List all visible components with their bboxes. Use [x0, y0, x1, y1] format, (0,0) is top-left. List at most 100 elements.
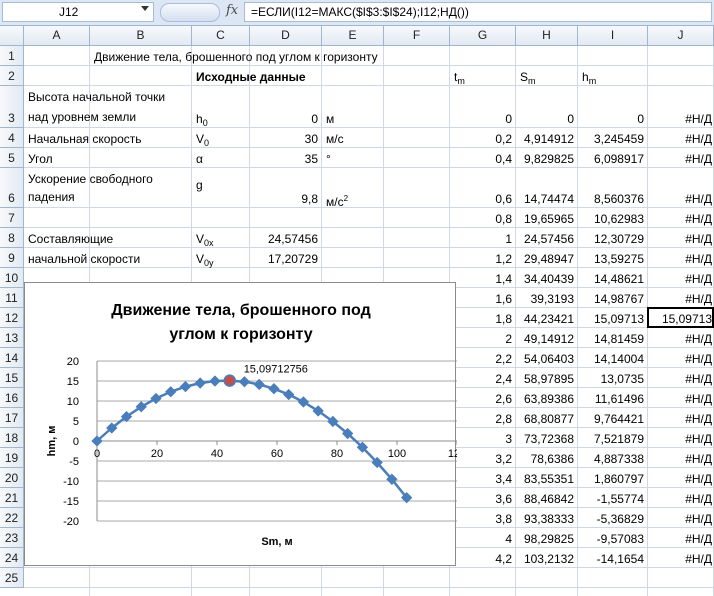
cell-sm: 93,38333	[520, 512, 574, 526]
cell-hm-text: 1,860797	[593, 472, 644, 486]
cell-tm: 4	[454, 532, 512, 546]
cell-tm: 4,2	[454, 552, 512, 566]
name-box-dropdown-icon[interactable]	[141, 6, 149, 11]
cell-max-text: #Н/Д	[685, 252, 712, 266]
unit-v0: м/с	[326, 132, 344, 146]
cell-sm: 0	[520, 112, 574, 126]
row-header-2[interactable]: 2	[0, 66, 24, 86]
cell-hm: 0	[582, 112, 644, 126]
row-header-23[interactable]: 23	[0, 528, 24, 548]
row-header-7[interactable]: 7	[0, 208, 24, 228]
cell-sm: 44,23421	[520, 312, 574, 326]
column-header-i[interactable]: I	[578, 26, 648, 46]
column-header-f[interactable]: F	[384, 26, 450, 46]
cell-max: #Н/Д	[649, 272, 712, 286]
cell-max: #Н/Д	[649, 432, 712, 446]
column-header-e[interactable]: E	[322, 26, 384, 46]
cell-sm-text: 39,3193	[530, 292, 574, 306]
cell-sm-text: 88,46842	[523, 492, 574, 506]
row-header-25[interactable]: 25	[0, 568, 24, 588]
cell-max-text: #Н/Д	[685, 232, 712, 246]
row-header-15[interactable]: 15	[0, 368, 24, 388]
row-header-1[interactable]: 1	[0, 46, 24, 66]
unit-g: м/с2	[326, 192, 348, 209]
row-header-12[interactable]: 12	[0, 308, 24, 328]
select-all-corner[interactable]	[0, 26, 24, 46]
row-header-11[interactable]: 11	[0, 288, 24, 308]
label-initial-velocity: начальной скорости	[28, 252, 140, 266]
row-gridline	[24, 167, 714, 168]
x-tick-label: 100	[388, 448, 406, 460]
row-header-18[interactable]: 18	[0, 428, 24, 448]
symbol-v0-text: V	[196, 132, 205, 146]
trajectory-point	[165, 386, 177, 398]
row-header-19[interactable]: 19	[0, 448, 24, 468]
cell-tm: 2	[454, 332, 512, 346]
value-v0-text: 30	[304, 132, 318, 146]
y-tick-label: -5	[69, 456, 79, 468]
cell-tm-text: 0,6	[495, 192, 512, 206]
cell-hm: 10,62983	[582, 212, 644, 226]
cell-max-text: #Н/Д	[685, 452, 712, 466]
cell-hm: 12,30729	[582, 232, 644, 246]
row-header-13[interactable]: 13	[0, 328, 24, 348]
cell-max-text: #Н/Д	[685, 392, 712, 406]
name-box[interactable]: J12	[2, 2, 154, 22]
x-tick-label: 40	[211, 448, 223, 460]
cell-hm: 11,61496	[582, 392, 644, 406]
cell-hm-text: -9,57083	[596, 532, 644, 546]
cell-tm: 2,6	[454, 392, 512, 406]
symbol-v0-subscript: 0	[204, 138, 210, 148]
row-header-3[interactable]: 3	[0, 86, 24, 128]
cell-max: #Н/Д	[649, 192, 712, 206]
column-header-h[interactable]: H	[516, 26, 578, 46]
column-header-c[interactable]: C	[192, 26, 250, 46]
symbol-alpha-text: α	[196, 152, 203, 166]
row-header-17[interactable]: 17	[0, 408, 24, 428]
formula-bar-splitter[interactable]	[160, 3, 220, 22]
cell-hm-text: 4,887338	[593, 452, 644, 466]
column-header-g[interactable]: G	[450, 26, 516, 46]
header-hm: hm	[582, 70, 596, 88]
value-alpha: 35	[254, 152, 318, 166]
value-g-text: 9,8	[301, 192, 318, 206]
row-header-22[interactable]: 22	[0, 508, 24, 528]
cell-max-text: #Н/Д	[685, 532, 712, 546]
column-header-j[interactable]: J	[648, 26, 714, 46]
cell-sm: 58,97895	[520, 372, 574, 386]
row-header-24[interactable]: 24	[0, 548, 24, 568]
column-header-d[interactable]: D	[250, 26, 322, 46]
row-header-4[interactable]: 4	[0, 128, 24, 148]
trajectory-point	[253, 378, 265, 391]
row-header-21[interactable]: 21	[0, 488, 24, 508]
row-header-5[interactable]: 5	[0, 148, 24, 168]
column-header-b[interactable]: B	[90, 26, 192, 46]
cell-sm: 24,57456	[520, 232, 574, 246]
row-header-10[interactable]: 10	[0, 268, 24, 288]
cell-tm-text: 4	[505, 532, 512, 546]
cell-hm: 4,887338	[582, 452, 644, 466]
column-header-a[interactable]: A	[24, 26, 90, 46]
unit-g-superscript: 2	[343, 194, 349, 203]
row-gridline	[24, 267, 714, 268]
symbol-g-text: g	[196, 178, 203, 192]
cell-hm-text: 15,09713	[593, 312, 644, 326]
row-header-8[interactable]: 8	[0, 228, 24, 248]
chart-object[interactable]: Движение тела, брошенного под углом к гор…	[24, 282, 457, 566]
sheet-title: Движение тела, брошенного под углом к го…	[94, 50, 378, 64]
y-tick-label: 5	[73, 416, 79, 428]
row-header-9[interactable]: 9	[0, 248, 24, 268]
row-header-20[interactable]: 20	[0, 468, 24, 488]
y-tick-label: -15	[63, 496, 79, 508]
label-angle-text: Угол	[28, 152, 53, 166]
header-sm-text: S	[520, 70, 529, 84]
cell-sm-text: 63,89386	[523, 392, 574, 406]
selected-cell-j12[interactable]	[647, 307, 714, 328]
formula-input[interactable]: =ЕСЛИ(I12=МАКС($I$3:$I$24);I12;НД())	[244, 2, 712, 22]
y-axis-title: hm, м	[46, 426, 58, 457]
row-header-14[interactable]: 14	[0, 348, 24, 368]
insert-function-icon[interactable]: fx	[226, 3, 238, 18]
row-header-6[interactable]: 6	[0, 168, 24, 208]
cell-hm: 8,560376	[582, 192, 644, 206]
row-header-16[interactable]: 16	[0, 388, 24, 408]
